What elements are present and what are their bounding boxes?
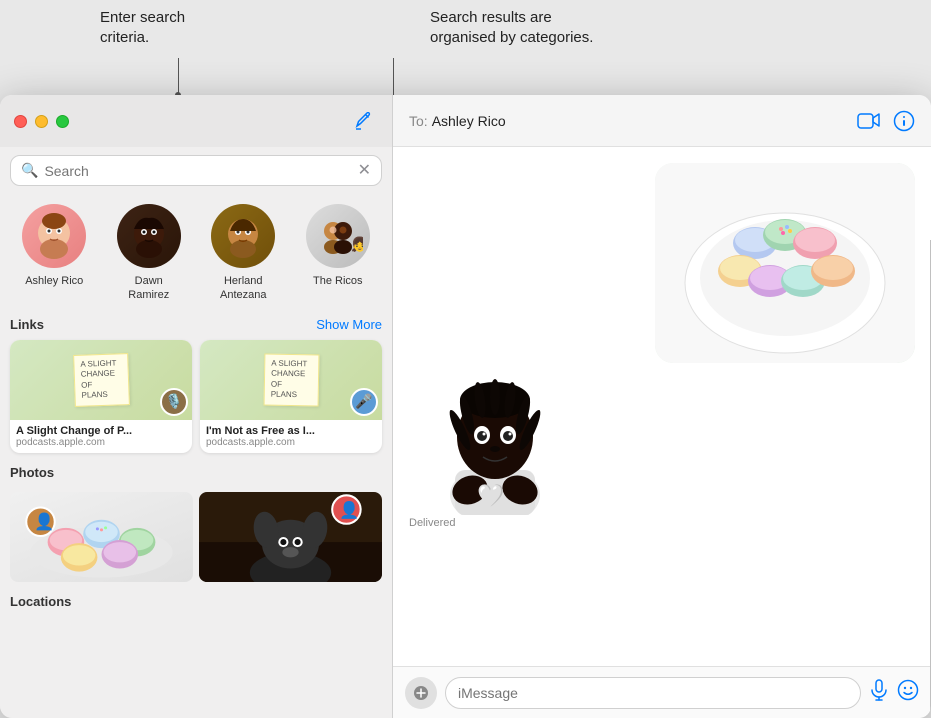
link-card-1-info: A Slight Change of P... podcasts.apple.c…	[10, 420, 192, 453]
search-clear-button[interactable]: ✕	[358, 163, 371, 179]
delivered-label: Delivered	[409, 517, 455, 529]
chat-memoji-image: 🤍	[425, 375, 565, 515]
photos-section-title: Photos	[10, 465, 54, 480]
link-card-2-avatar: 🎤	[350, 388, 378, 416]
message-input[interactable]	[445, 677, 861, 709]
search-bar: 🔍 ✕	[10, 155, 382, 186]
close-button[interactable]	[14, 115, 27, 128]
message-memoji: 🤍 Delivered	[409, 375, 915, 529]
search-input[interactable]	[44, 163, 351, 179]
emoji-icon	[897, 679, 919, 701]
info-button[interactable]	[893, 110, 915, 132]
photos-section-header: Photos	[10, 465, 382, 480]
memoji-svg: 🤍	[425, 375, 565, 515]
photos-row: 👤	[0, 492, 392, 590]
chat-to-label: To:	[409, 113, 428, 129]
locations-section: Locations	[0, 590, 392, 621]
chat-input-bar	[393, 666, 931, 718]
chat-titlebar: To: Ashley Rico	[393, 95, 931, 147]
svg-text:👤: 👤	[34, 511, 54, 530]
svg-text:👧: 👧	[351, 236, 363, 253]
show-more-links[interactable]: Show More	[316, 317, 382, 332]
photo-macarons[interactable]: 👤	[10, 492, 193, 582]
video-call-icon	[857, 112, 881, 130]
link-card-2-title: I'm Not as Free as I...	[206, 425, 376, 437]
avatar-ricos: 👧	[306, 204, 370, 268]
avatar-herland-memoji	[218, 211, 268, 261]
locations-section-header: Locations	[10, 594, 382, 609]
chat-macarons-svg	[655, 163, 915, 363]
maximize-button[interactable]	[56, 115, 69, 128]
link-card-1-url: podcasts.apple.com	[16, 437, 186, 448]
links-section-header: Links Show More	[10, 317, 382, 332]
sidebar-titlebar	[0, 95, 392, 147]
chat-image-macarons	[655, 163, 915, 363]
svg-text:🤍: 🤍	[477, 483, 505, 508]
dog-svg: 👤	[199, 492, 382, 582]
link-card-2-note: A SLIGHTCHANGE OFPLANS	[263, 353, 319, 406]
apps-icon	[413, 685, 429, 701]
chat-recipient: Ashley Rico	[432, 113, 506, 129]
link-card-1-image: A SLIGHTCHANGE OFPLANS 🎙️	[10, 340, 192, 420]
photos-section-header-container: Photos	[0, 457, 392, 492]
contacts-row: Ashley Rico DawnRamir	[0, 194, 392, 309]
chat-messages: 🤍 Delivered	[393, 147, 931, 666]
avatar-dawn	[117, 204, 181, 268]
callout-line-1	[178, 58, 179, 95]
contact-ashley-name: Ashley Rico	[25, 274, 83, 288]
compose-button[interactable]	[350, 107, 378, 135]
contact-dawn[interactable]: DawnRamirez	[109, 204, 189, 303]
contact-herland-name: HerlandAntezana	[220, 274, 266, 303]
message-macarons	[409, 163, 915, 363]
search-icon: 🔍	[21, 162, 38, 179]
chat-panel: To: Ashley Rico	[393, 95, 931, 718]
callout-search-criteria: Enter search criteria.	[100, 8, 185, 49]
callout-search-results: Search results are organised by categori…	[430, 8, 593, 49]
link-card-1-note: A SLIGHTCHANGE OFPLANS	[73, 353, 130, 406]
emoji-button[interactable]	[897, 679, 919, 707]
chat-apps-button[interactable]	[405, 677, 437, 709]
contact-ricos-name: The Ricos	[313, 274, 363, 288]
app-window: 🔍 ✕	[0, 95, 931, 718]
avatar-dawn-memoji	[124, 211, 174, 261]
audio-icon	[869, 679, 889, 701]
link-card-1[interactable]: A SLIGHTCHANGE OFPLANS 🎙️ A Slight Chang…	[10, 340, 192, 453]
contact-ricos[interactable]: 👧 The Ricos	[298, 204, 378, 303]
locations-section-title: Locations	[10, 594, 71, 609]
link-card-2-image: A SLIGHTCHANGE OFPLANS 🎤	[200, 340, 382, 420]
contact-herland[interactable]: HerlandAntezana	[203, 204, 283, 303]
link-card-2-url: podcasts.apple.com	[206, 437, 376, 448]
contact-ashley[interactable]: Ashley Rico	[14, 204, 94, 303]
links-section: Links Show More A SLIGHTCHANGE OFPLANS 🎙…	[0, 309, 392, 457]
link-card-2[interactable]: A SLIGHTCHANGE OFPLANS 🎤 I'm Not as Free…	[200, 340, 382, 453]
svg-text:👤: 👤	[339, 500, 359, 519]
video-call-button[interactable]	[857, 112, 881, 130]
contact-dawn-name: DawnRamirez	[128, 274, 169, 303]
avatar-ashley	[22, 204, 86, 268]
avatar-ricos-memoji: 👧	[313, 211, 363, 261]
link-card-1-title: A Slight Change of P...	[16, 425, 186, 437]
callout-line-2	[393, 58, 394, 95]
avatar-ashley-memoji	[29, 211, 79, 261]
links-row: A SLIGHTCHANGE OFPLANS 🎙️ A Slight Chang…	[10, 340, 382, 453]
link-card-1-avatar: 🎙️	[160, 388, 188, 416]
photo-dog[interactable]: 👤	[199, 492, 382, 582]
audio-button[interactable]	[869, 679, 889, 707]
info-icon	[893, 110, 915, 132]
link-card-2-info: I'm Not as Free as I... podcasts.apple.c…	[200, 420, 382, 453]
links-section-title: Links	[10, 317, 44, 332]
compose-icon	[355, 112, 373, 130]
avatar-herland	[211, 204, 275, 268]
minimize-button[interactable]	[35, 115, 48, 128]
sidebar: 🔍 ✕	[0, 95, 393, 718]
macarons-svg: 👤	[10, 492, 193, 582]
chat-actions	[857, 110, 915, 132]
